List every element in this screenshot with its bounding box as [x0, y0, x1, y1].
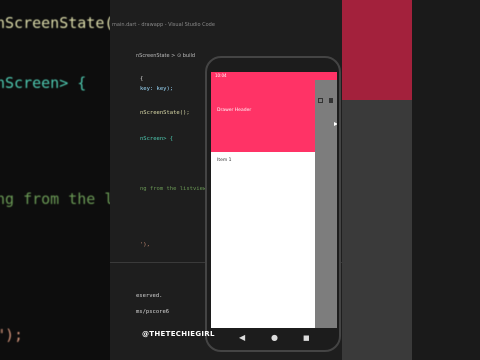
status-time: 10:04 [215, 73, 227, 78]
navigation-bar: ◀ ● ■ [211, 328, 337, 348]
zoom-code-line: "); [0, 326, 24, 344]
search-icon[interactable] [318, 98, 323, 103]
terminal-line: ms/pscore6 [136, 309, 170, 315]
cursor-icon [334, 122, 337, 126]
watermark: @THETECHIEGIRL [142, 330, 215, 338]
lock-icon[interactable] [329, 98, 333, 103]
code-line[interactable]: nScreen> { [140, 136, 173, 142]
window-title: main.dart - drawapp - Visual Studio Code [112, 22, 215, 28]
code-line[interactable]: key: key); [140, 86, 173, 92]
code-line[interactable]: { [140, 76, 143, 82]
drawer-header-label: Drawer Header [217, 108, 252, 113]
status-bar: 10:04 [211, 72, 337, 80]
breadcrumb[interactable]: nScreenState > ⊙ build [136, 53, 195, 59]
zoom-code-line: nScreen> { [0, 74, 87, 92]
zoomed-dark-strip [412, 0, 480, 360]
zoomed-appbar-strip [342, 0, 412, 100]
code-line[interactable]: '), [140, 242, 150, 248]
zoomed-code-panel: nScreenState(); nScreen> { ng from the l… [0, 0, 110, 360]
right-background [342, 0, 480, 360]
zoom-code-line: ng from the listview [0, 190, 110, 208]
phone-screen: 10:04 Drawer Header Item 1 [211, 72, 337, 328]
terminal-line: eserved. [136, 293, 163, 299]
zoom-code-line: nScreenState(); [0, 14, 110, 32]
code-line[interactable]: nScreenState(); [140, 110, 190, 116]
recents-icon[interactable]: ■ [303, 333, 310, 343]
phone-emulator: 10:04 Drawer Header Item 1 ◀ ● ■ [205, 56, 341, 352]
code-line[interactable]: ng from the listview [140, 186, 206, 192]
home-icon[interactable]: ● [271, 333, 278, 343]
drawer-scrim[interactable] [315, 80, 337, 328]
back-icon[interactable]: ◀ [239, 333, 245, 343]
drawer-item-1[interactable]: Item 1 [217, 158, 232, 163]
